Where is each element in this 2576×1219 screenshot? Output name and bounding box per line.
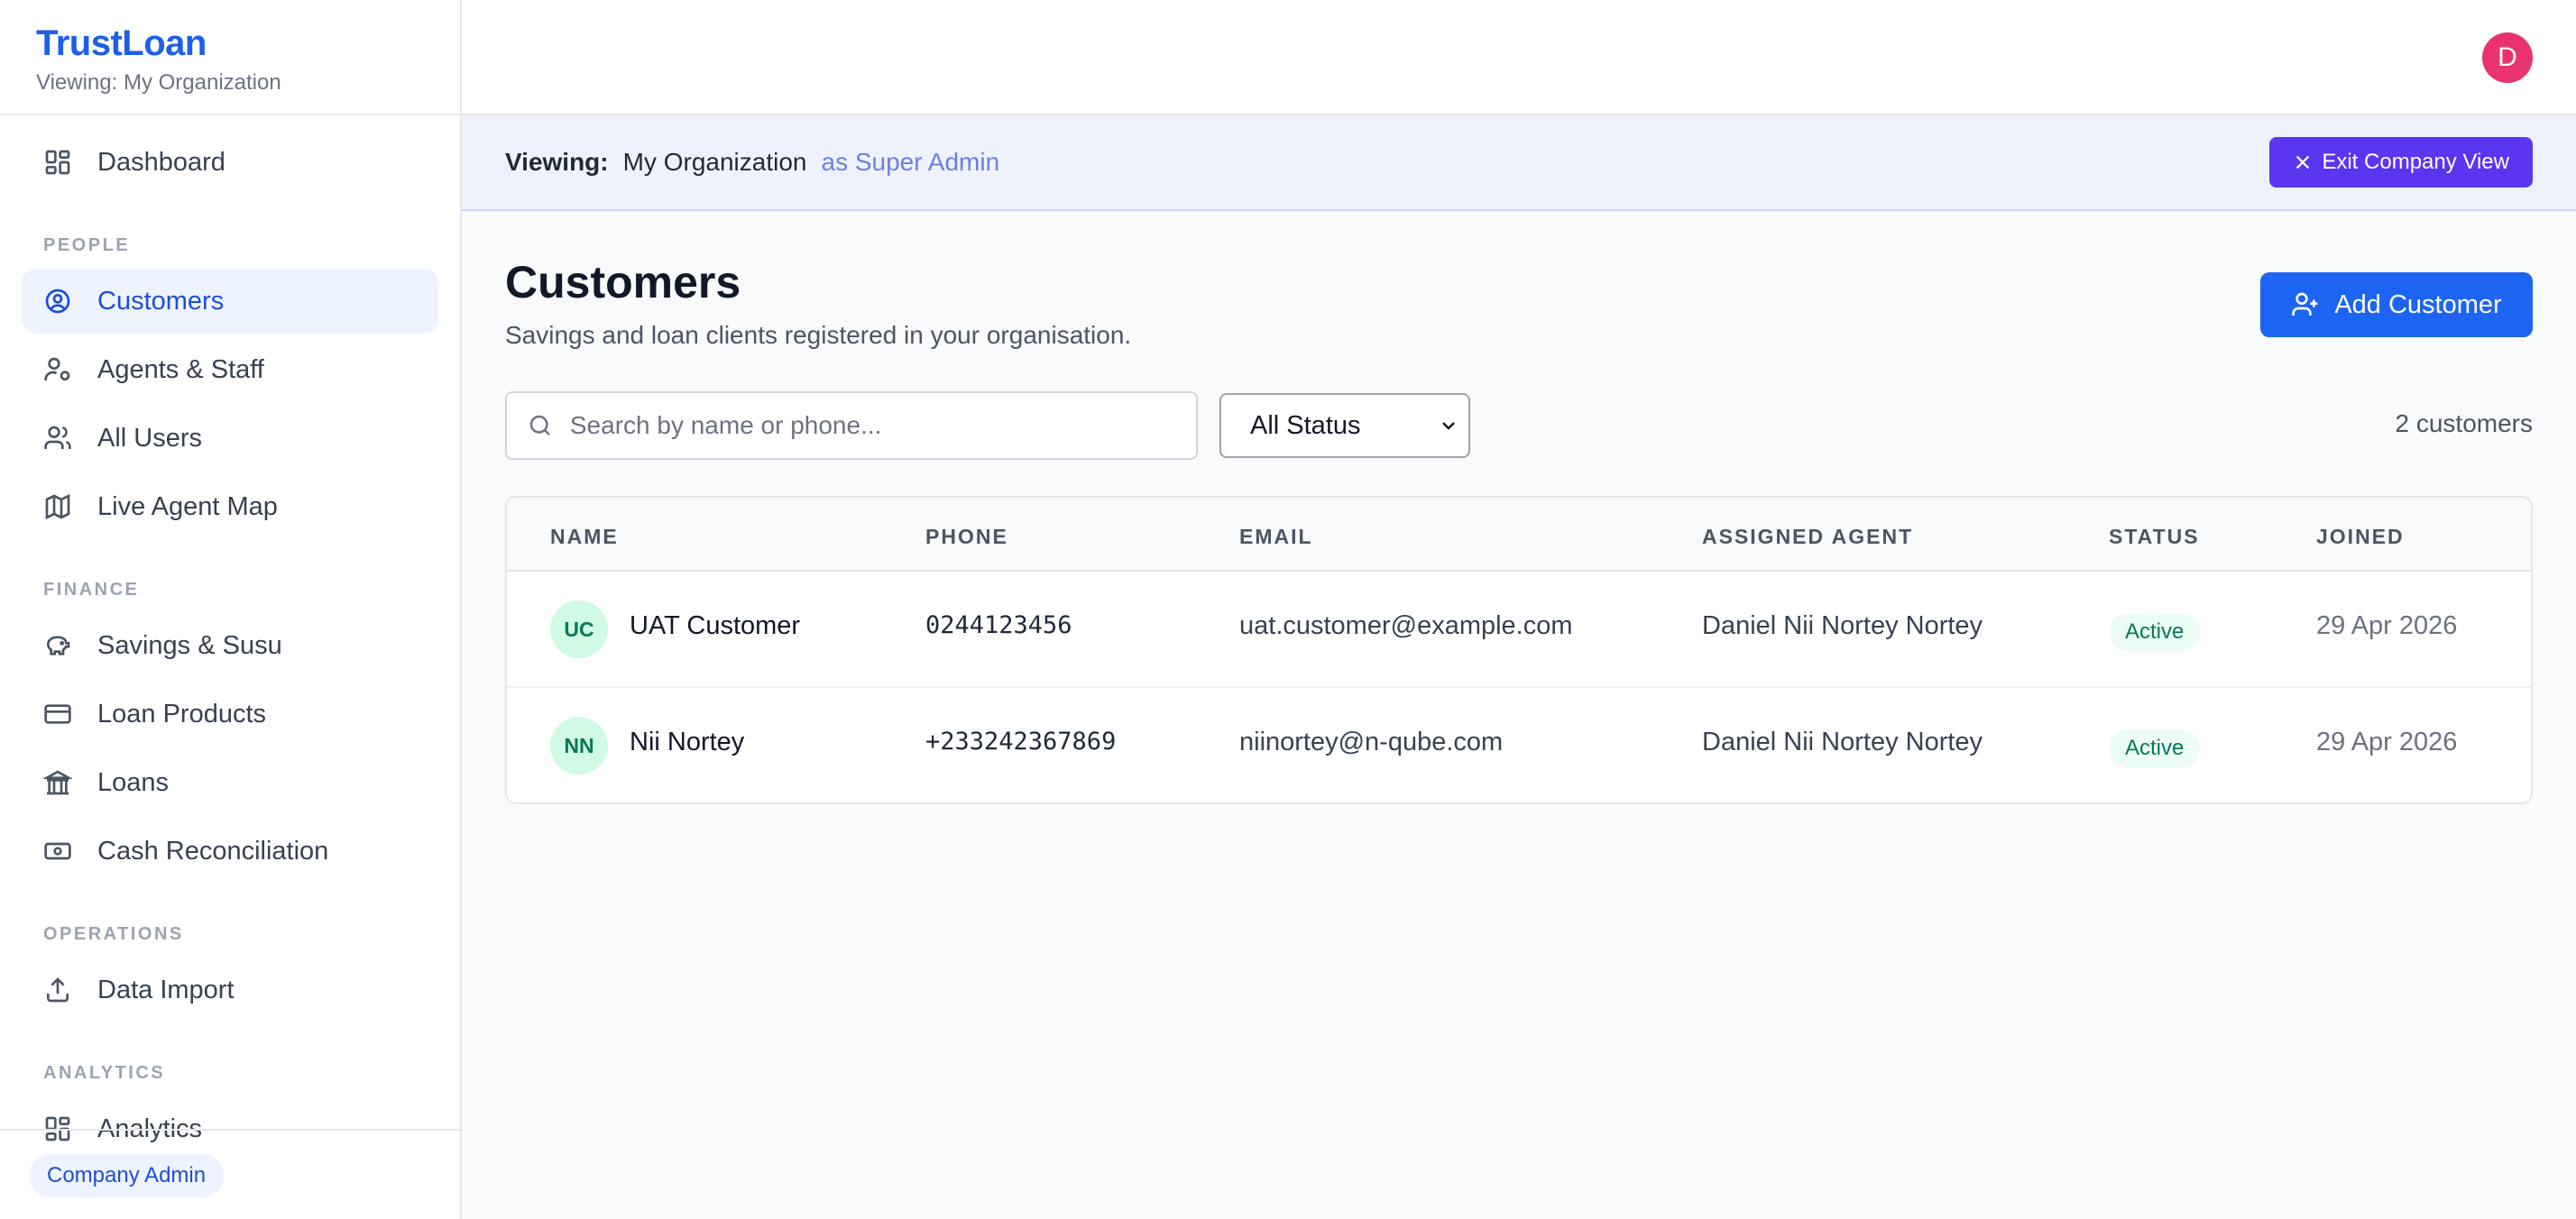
joined-date: 29 Apr 2026 — [2316, 728, 2458, 756]
status-filter-value: All Status — [1250, 410, 1361, 440]
brand-title[interactable]: TrustLoan — [36, 22, 424, 65]
avatar[interactable]: D — [2482, 32, 2533, 83]
column-header-email[interactable]: EMAIL — [1239, 525, 1313, 549]
sidebar-item-label: Loan Products — [97, 699, 267, 729]
sidebar-nav: Dashboard PEOPLE Customers Agents & Staf… — [0, 115, 460, 1161]
section-operations: OPERATIONS — [43, 924, 184, 944]
section-analytics: ANALYTICS — [43, 1063, 166, 1083]
status-badge: Active — [2109, 729, 2201, 767]
sidebar-item-live-agent-map[interactable]: Live Agent Map — [22, 474, 438, 539]
sidebar-item-agents-staff[interactable]: Agents & Staff — [22, 337, 438, 402]
viewing-role: as Super Admin — [821, 148, 1000, 176]
sidebar-item-dashboard[interactable]: Dashboard — [22, 130, 438, 195]
company-view-banner: Viewing: My Organization as Super Admin … — [462, 115, 2576, 211]
sidebar-item-label: Dashboard — [97, 147, 225, 177]
user-plus-icon — [2292, 292, 2318, 316]
section-people: PEOPLE — [43, 235, 131, 255]
sidebar-item-cash-reconciliation[interactable]: Cash Reconciliation — [22, 819, 438, 884]
column-header-joined[interactable]: JOINED — [2316, 525, 2405, 549]
column-header-name[interactable]: NAME — [550, 525, 619, 549]
customer-name[interactable]: Nii Nortey — [630, 728, 744, 757]
upload-icon — [47, 977, 69, 1003]
chevron-down-icon — [1442, 422, 1455, 430]
bank-icon — [43, 770, 72, 795]
joined-date: 29 Apr 2026 — [2316, 611, 2458, 640]
section-finance: FINANCE — [43, 580, 140, 600]
sidebar-item-label: Loans — [97, 767, 170, 797]
customer-email: niinortey@n-qube.com — [1239, 728, 1504, 756]
user-circle-icon — [45, 289, 70, 314]
assigned-agent: Daniel Nii Nortey Nortey — [1702, 728, 1983, 756]
piggy-bank-icon — [46, 636, 70, 655]
user-cog-icon — [44, 357, 70, 380]
column-header-assigned-agent[interactable]: ASSIGNED AGENT — [1702, 525, 1913, 549]
banknote-icon — [44, 842, 71, 860]
table-header: NAME PHONE EMAIL ASSIGNED AGENT STATUS J… — [507, 498, 2531, 572]
column-header-status[interactable]: STATUS — [2109, 525, 2200, 549]
sidebar-item-label: Data Import — [97, 975, 235, 1004]
customer-email: uat.customer@example.com — [1239, 611, 1573, 640]
sidebar-item-label: Agents & Staff — [97, 354, 264, 384]
viewing-org: My Organization — [622, 148, 807, 176]
assigned-agent: Daniel Nii Nortey Nortey — [1702, 611, 1983, 640]
dashboard-icon — [45, 150, 70, 175]
column-header-phone[interactable]: PHONE — [925, 525, 1008, 549]
sidebar-item-label: Customers — [97, 286, 225, 316]
status-badge: Active — [2109, 613, 2201, 651]
status-filter-select[interactable]: All Status — [1219, 393, 1470, 458]
search-input[interactable] — [569, 411, 1176, 440]
sidebar: TrustLoan Viewing: My Organization Dashb… — [0, 0, 462, 1219]
customer-phone: 0244123456 — [925, 611, 1072, 639]
role-badge: Company Admin — [29, 1154, 225, 1197]
sidebar-item-data-import[interactable]: Data Import — [22, 958, 438, 1022]
sidebar-footer: Company Admin — [0, 1129, 460, 1219]
viewing-label: Viewing: — [505, 148, 609, 176]
exit-company-view-button[interactable]: Exit Company View — [2269, 137, 2533, 188]
customer-phone: +233242367869 — [925, 728, 1117, 756]
sidebar-item-label: All Users — [97, 423, 203, 453]
sidebar-item-label: Savings & Susu — [97, 630, 282, 660]
customers-table: NAME PHONE EMAIL ASSIGNED AGENT STATUS J… — [505, 496, 2533, 804]
exit-label: Exit Company View — [2322, 150, 2509, 174]
sidebar-item-savings-susu[interactable]: Savings & Susu — [22, 613, 438, 678]
brand-subtitle: Viewing: My Organization — [36, 70, 281, 95]
table-row[interactable]: NN Nii Nortey +233242367869 niinortey@n-… — [507, 688, 2531, 802]
page-title: Customers — [505, 257, 741, 307]
sidebar-item-loans[interactable]: Loans — [22, 750, 438, 815]
credit-card-icon — [44, 704, 71, 724]
map-icon — [45, 493, 70, 520]
customer-count: 2 customers — [2395, 409, 2534, 437]
sidebar-item-label: Cash Reconciliation — [97, 836, 329, 866]
sidebar-item-customers[interactable]: Customers — [22, 269, 438, 334]
search-icon — [529, 415, 550, 435]
users-icon — [44, 426, 71, 449]
close-icon — [2296, 155, 2310, 170]
sidebar-item-label: Live Agent Map — [97, 491, 278, 521]
search-box — [505, 391, 1198, 460]
avatar: UC — [550, 600, 608, 658]
sidebar-item-all-users[interactable]: All Users — [22, 406, 438, 471]
page-subtitle: Savings and loan clients registered in y… — [505, 321, 1132, 349]
brand: TrustLoan Viewing: My Organization — [0, 0, 460, 115]
customer-name[interactable]: UAT Customer — [630, 611, 800, 641]
top-bar: D — [462, 0, 2576, 115]
add-customer-label: Add Customer — [2334, 289, 2502, 319]
add-customer-button[interactable]: Add Customer — [2260, 272, 2533, 337]
table-row[interactable]: UC UAT Customer 0244123456 uat.customer@… — [507, 572, 2531, 688]
sidebar-item-loan-products[interactable]: Loan Products — [22, 682, 438, 747]
avatar: NN — [550, 717, 608, 774]
